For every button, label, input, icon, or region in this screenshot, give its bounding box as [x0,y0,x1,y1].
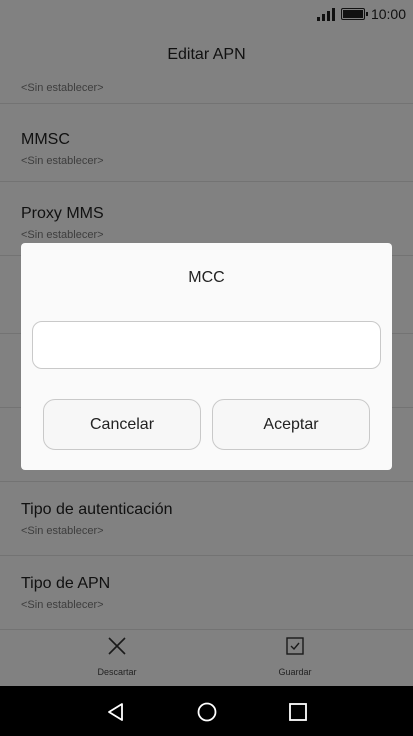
cancel-button[interactable]: Cancelar [43,399,201,450]
recents-icon[interactable] [285,699,311,725]
navigation-bar [0,686,413,736]
mcc-input[interactable] [32,321,381,369]
back-icon[interactable] [103,699,129,725]
mcc-dialog: MCC Cancelar Aceptar [21,243,392,470]
home-icon[interactable] [194,699,220,725]
accept-button[interactable]: Aceptar [212,399,370,450]
dialog-title: MCC [188,269,225,286]
